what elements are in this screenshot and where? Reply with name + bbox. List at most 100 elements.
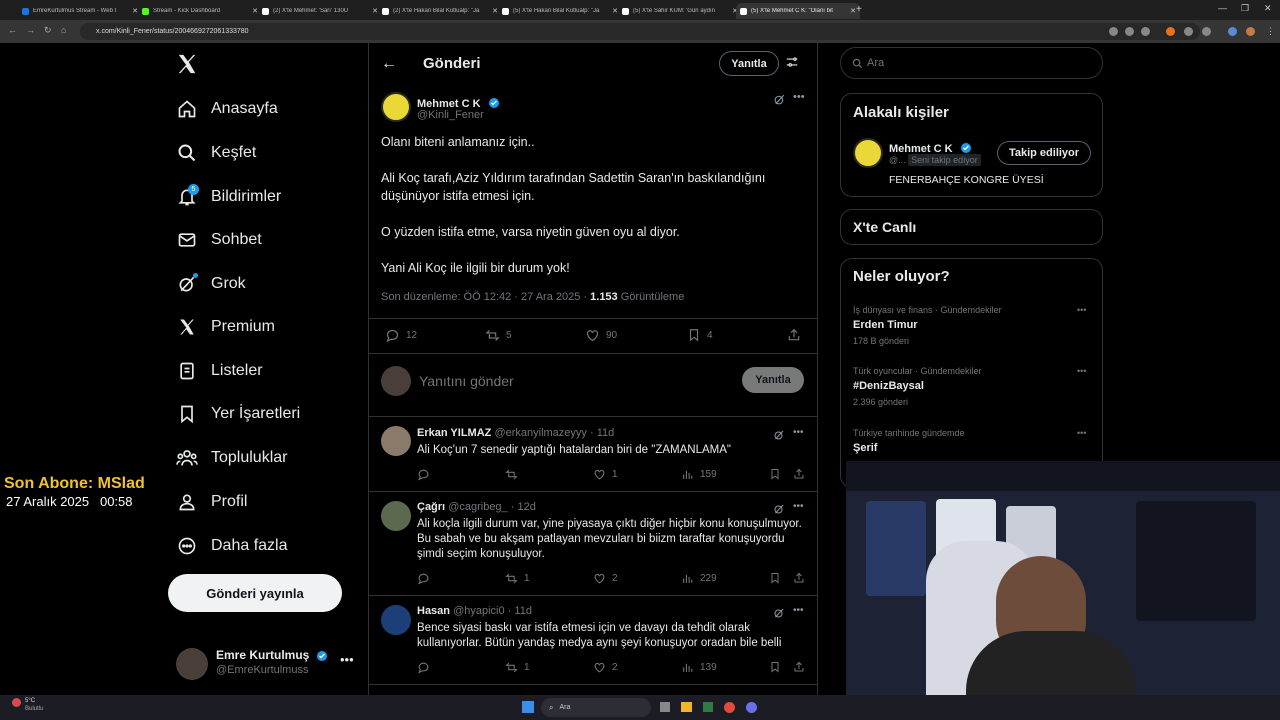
app-icon[interactable]: [703, 702, 713, 712]
bookmark-action[interactable]: 4: [687, 328, 713, 342]
nav-item-lists[interactable]: Listeler: [176, 356, 263, 386]
grok-explain-icon[interactable]: [773, 428, 785, 446]
bookmark-icon[interactable]: [769, 468, 787, 480]
repost-action[interactable]: [505, 468, 524, 481]
more-dots-icon[interactable]: •••: [793, 501, 804, 512]
share-icon[interactable]: [787, 328, 807, 342]
repost-action[interactable]: 1: [505, 572, 530, 585]
like-action[interactable]: 2: [593, 661, 618, 674]
post-button[interactable]: Gönderi yayınla: [168, 574, 342, 612]
avatar[interactable]: [381, 426, 411, 456]
back-arrow-icon[interactable]: ←: [381, 55, 397, 73]
more-dots-icon[interactable]: •••: [1077, 428, 1086, 438]
more-dots-icon[interactable]: •••: [793, 91, 805, 103]
reply-input[interactable]: Yanıtını gönder: [419, 373, 514, 389]
nav-item-home[interactable]: Anasayfa: [176, 94, 278, 124]
following-button[interactable]: Takip ediliyor: [997, 141, 1091, 165]
nav-item-premium[interactable]: Premium: [176, 312, 275, 342]
reply-header-button[interactable]: Yanıtla: [719, 51, 779, 76]
reply-action[interactable]: [417, 572, 436, 585]
views-action[interactable]: 229: [681, 572, 717, 585]
forward-icon[interactable]: →: [26, 25, 35, 35]
reply-author-name[interactable]: Erkan YILMAZ: [417, 427, 491, 439]
sidebar-icon[interactable]: [1228, 27, 1237, 36]
reply-handle[interactable]: @cagribeg_: [448, 501, 507, 513]
reply-handle[interactable]: @erkanyilmazeyyy: [494, 427, 586, 439]
browser-tab[interactable]: (2) X'te Hakan Bilal Kutlualp: "Ja ✕: [378, 3, 502, 19]
browser-tab-active[interactable]: (5) X'te Mehmet C K: "Olanı bit ✕: [736, 3, 860, 19]
share-icon[interactable]: [793, 661, 811, 673]
reply-time[interactable]: · 11d: [508, 605, 532, 617]
share-icon[interactable]: [793, 468, 811, 480]
reply-submit-button[interactable]: Yanıtla: [742, 367, 804, 393]
zoom-icon[interactable]: [1109, 27, 1118, 36]
author-handle[interactable]: @Kinli_Fener: [417, 109, 484, 121]
share-icon[interactable]: [1141, 27, 1150, 36]
x-logo-icon[interactable]: [176, 53, 198, 80]
nav-item-more[interactable]: Daha fazla: [176, 531, 288, 561]
more-dots-icon[interactable]: •••: [1077, 305, 1086, 315]
nav-item-profile[interactable]: Profil: [176, 487, 247, 517]
browser-tab[interactable]: (5) X'te Hakan Bilal Kutlualp: "Ja ✕: [498, 3, 622, 19]
like-action[interactable]: 2: [593, 572, 618, 585]
reply-action[interactable]: [417, 468, 436, 481]
nav-item-grok[interactable]: Grok: [176, 269, 246, 299]
extension-icon[interactable]: [1166, 27, 1175, 36]
avatar[interactable]: [853, 138, 883, 168]
reply-time[interactable]: · 12d: [511, 501, 536, 513]
chrome-icon[interactable]: [724, 702, 735, 713]
reply-action[interactable]: 12: [385, 328, 417, 343]
bookmark-icon[interactable]: [769, 661, 787, 673]
views-action[interactable]: 159: [681, 468, 717, 481]
browser-tab[interactable]: EmreKurtulmus Stream - Web İ ✕: [18, 3, 142, 19]
repost-action[interactable]: 1: [505, 661, 530, 674]
live-card[interactable]: X'te Canlı: [840, 209, 1103, 245]
browser-menu-icon[interactable]: ⋮: [1266, 26, 1275, 37]
extension-icon[interactable]: [1184, 27, 1193, 36]
post-timestamp[interactable]: Son düzenleme: ÖÖ 12:42 · 27 Ara 2025 ·: [381, 291, 587, 303]
views-action[interactable]: 139: [681, 661, 717, 674]
nav-item-communities[interactable]: Topluluklar: [176, 443, 287, 473]
file-explorer-icon[interactable]: [681, 702, 692, 712]
back-icon[interactable]: ←: [8, 25, 17, 35]
minimize-icon[interactable]: —: [1218, 3, 1227, 13]
reply-author-name[interactable]: Çağrı: [417, 501, 445, 513]
browser-tab[interactable]: (2) X'te Mehmet: 'Sarı' 130U ✕: [258, 3, 382, 19]
weather-label[interactable]: Bulutlu: [25, 706, 43, 712]
trend-item[interactable]: Türkiye tarihinde gündemde Şerif •••: [841, 422, 1102, 462]
more-dots-icon[interactable]: •••: [1077, 366, 1086, 376]
windows-start-icon[interactable]: [522, 701, 534, 713]
avatar[interactable]: [381, 501, 411, 531]
trend-item[interactable]: İş dünyası ve finans · Gündemdekiler Erd…: [841, 299, 1102, 355]
search-input[interactable]: Ara: [840, 47, 1103, 79]
trend-item[interactable]: Türk oyuncular · Gündemdekiler #DenizBay…: [841, 360, 1102, 416]
discord-icon[interactable]: [746, 702, 757, 713]
reply-author-name[interactable]: Hasan: [417, 605, 450, 617]
like-action[interactable]: 1: [593, 468, 618, 481]
taskbar-search[interactable]: ⌕ Ara: [541, 698, 651, 717]
avatar[interactable]: [381, 92, 411, 122]
nav-item-explore[interactable]: Keşfet: [176, 138, 256, 168]
grok-explain-icon[interactable]: [773, 606, 785, 624]
reload-icon[interactable]: ↻: [44, 25, 52, 36]
more-dots-icon[interactable]: •••: [793, 427, 804, 438]
browser-tab[interactable]: Stream - Kick Dashboard ✕: [138, 3, 262, 19]
reply-handle[interactable]: @hyapici0: [453, 605, 505, 617]
repost-action[interactable]: 5: [485, 328, 512, 343]
task-view-icon[interactable]: [660, 702, 670, 712]
like-action[interactable]: 90: [585, 328, 617, 343]
new-tab-icon[interactable]: +: [856, 4, 862, 15]
install-icon[interactable]: [1125, 27, 1134, 36]
filter-sliders-icon[interactable]: [785, 55, 799, 74]
nav-item-bookmarks[interactable]: Yer İşaretleri: [176, 399, 300, 429]
maximize-icon[interactable]: ❐: [1241, 3, 1249, 14]
share-icon[interactable]: [793, 572, 811, 584]
more-dots-icon[interactable]: •••: [793, 605, 804, 616]
avatar[interactable]: [381, 605, 411, 635]
browser-tab[interactable]: (5) X'te Sahir KUM: 'Gün aydın✕: [618, 3, 742, 19]
profile-avatar-icon[interactable]: [1246, 27, 1255, 36]
more-dots-icon[interactable]: •••: [340, 652, 354, 667]
grok-explain-icon[interactable]: [773, 93, 786, 111]
nav-item-messages[interactable]: Sohbet: [176, 225, 262, 255]
reply-action[interactable]: [417, 661, 436, 674]
